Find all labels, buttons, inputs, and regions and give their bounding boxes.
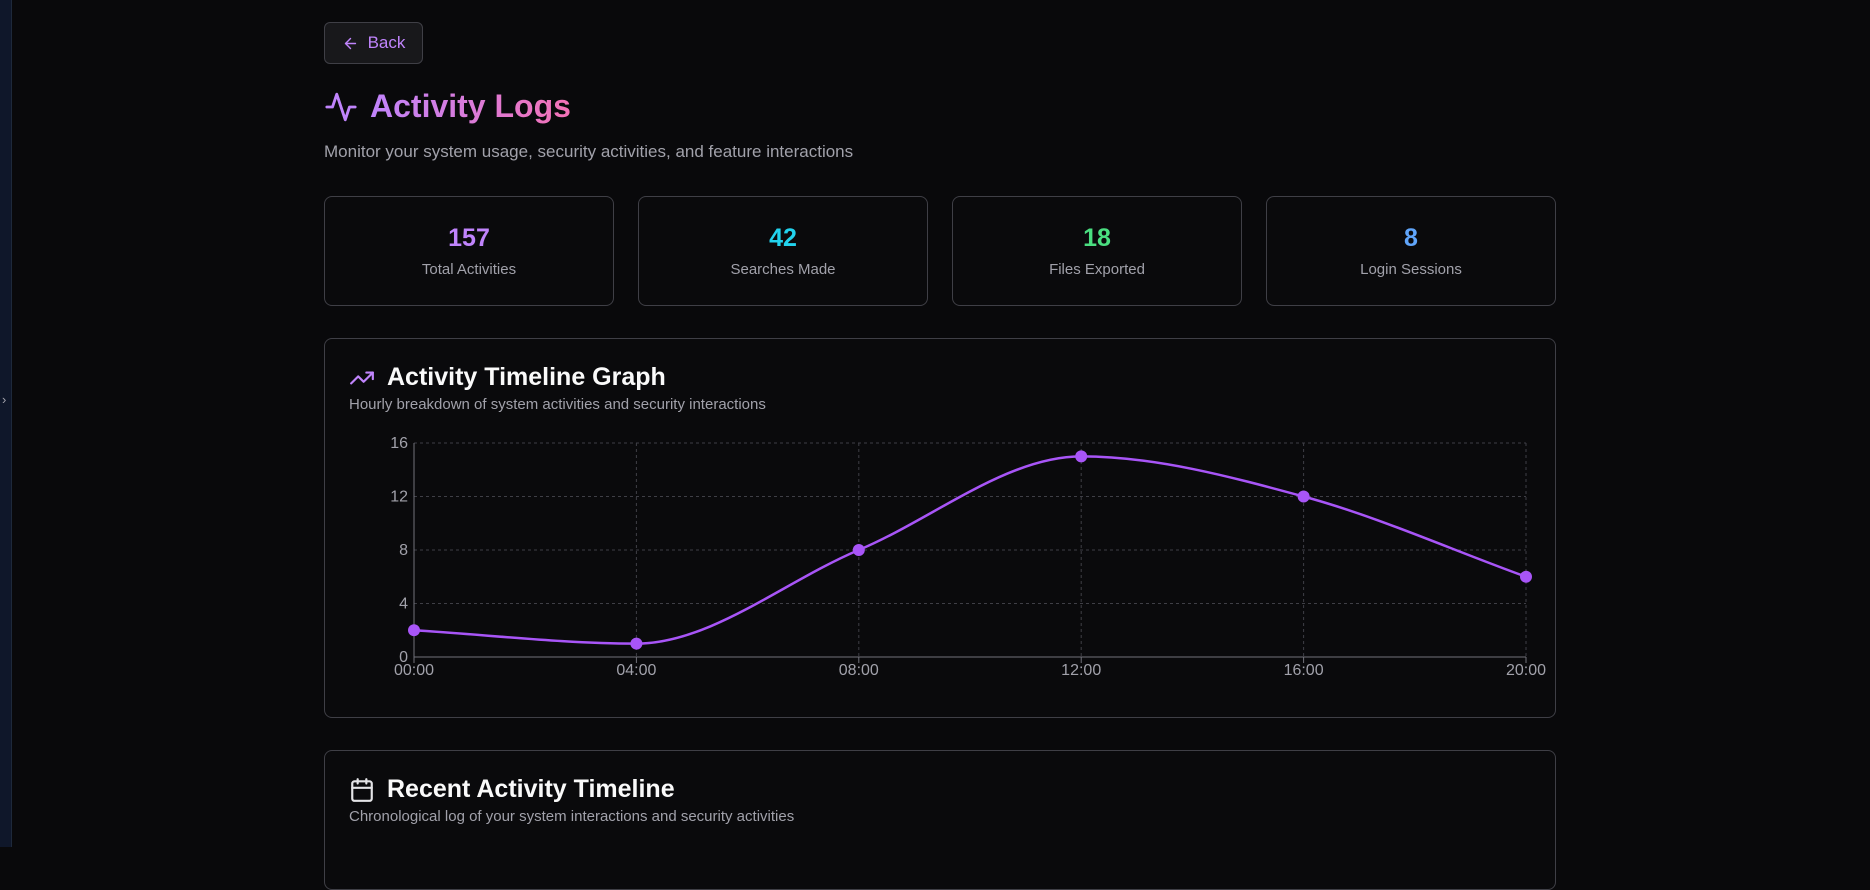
stat-card-login-sessions: 8 Login Sessions (1266, 196, 1556, 306)
recent-card-description: Chronological log of your system interac… (349, 808, 795, 825)
sidebar-toggle-icon[interactable]: › (2, 390, 12, 410)
data-point (1297, 490, 1310, 503)
x-tick-label: 12:00 (1061, 662, 1101, 679)
activity-line-chart: 048121600:00 04:00 08:00 12:00 16:00 20:00 (390, 435, 1546, 679)
recent-activity-card: Recent Activity Timeline Chronological l… (324, 750, 1556, 890)
activity-icon (325, 92, 357, 121)
data-point (1075, 450, 1088, 463)
stat-value: 8 (1404, 224, 1418, 252)
y-tick-label: 16 (390, 435, 408, 452)
stat-value: 157 (448, 224, 490, 252)
y-tick-label: 12 (390, 489, 408, 506)
y-tick-label: 8 (399, 542, 408, 559)
stat-label: Searches Made (730, 261, 836, 278)
x-tick-label: 04:00 (616, 662, 656, 679)
x-tick-label: 20:00 (1506, 662, 1546, 679)
back-button[interactable]: Back (324, 22, 423, 64)
activity-graph-card: Activity Timeline Graph Hourly breakdown… (324, 338, 1556, 718)
recent-card-title: Recent Activity Timeline (387, 775, 675, 803)
arrow-left-icon (344, 37, 356, 49)
series-line (413, 455, 1527, 645)
stat-card-searches-made: 42 Searches Made (638, 196, 928, 306)
data-point (408, 624, 420, 637)
x-tick-label: 00:00 (394, 662, 434, 679)
stat-label: Login Sessions (1360, 261, 1462, 278)
stat-card-total-activities: 157 Total Activities (324, 196, 614, 306)
back-button-label: Back (367, 33, 406, 52)
page-title: Activity Logs (370, 88, 571, 124)
data-point (852, 544, 865, 556)
stat-value: 18 (1083, 224, 1111, 252)
stat-label: Files Exported (1049, 261, 1145, 278)
data-point (1520, 570, 1532, 583)
recent-card-header: Recent Activity Timeline (349, 775, 675, 804)
data-point (630, 637, 643, 650)
stat-label: Total Activities (421, 261, 517, 278)
x-tick-label: 08:00 (839, 662, 879, 679)
x-tick-label: 16:00 (1284, 662, 1324, 679)
page-subtitle: Monitor your system usage, security acti… (324, 142, 854, 161)
page-header: Activity Logs (324, 88, 571, 125)
stat-card-files-exported: 18 Files Exported (952, 196, 1242, 306)
sidebar-collapsed (0, 0, 12, 847)
stat-value: 42 (769, 224, 797, 252)
calendar-icon (351, 777, 373, 802)
y-tick-label: 4 (399, 596, 408, 613)
stats-row: 157 Total Activities 42 Searches Made 18… (324, 196, 1556, 306)
